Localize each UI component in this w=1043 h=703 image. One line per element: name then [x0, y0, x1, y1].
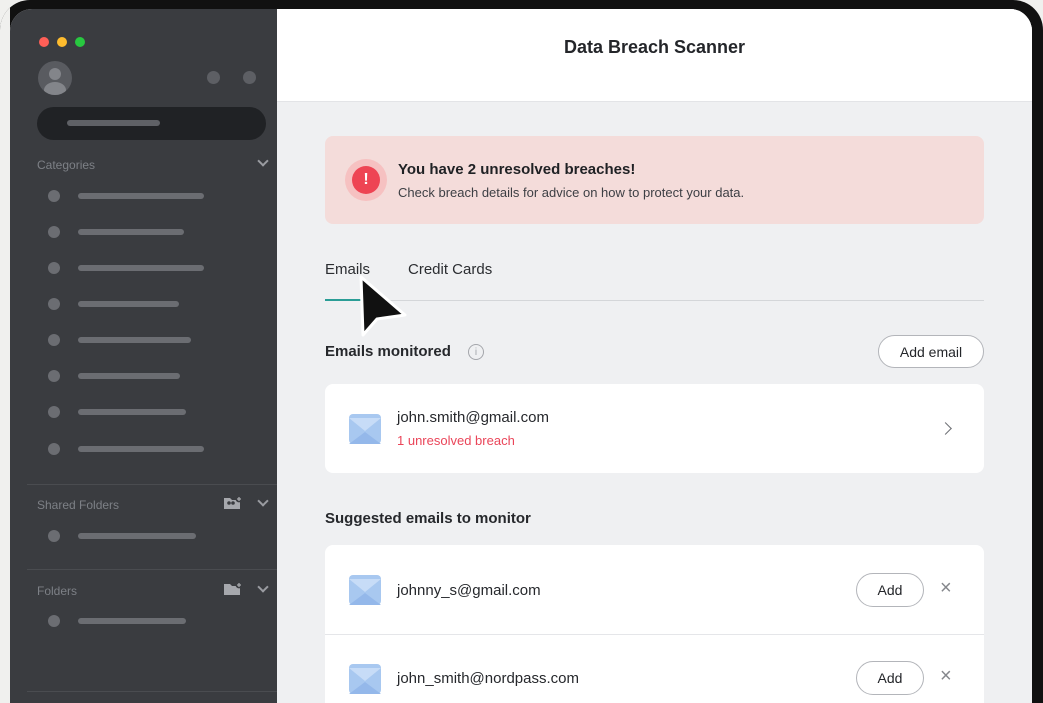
avatar-body [44, 82, 66, 95]
close-icon[interactable]: × [940, 577, 952, 600]
title-bar: Data Breach Scanner [277, 9, 1032, 102]
sidebar-action-dot[interactable] [243, 71, 256, 84]
sidebar: Categories Shared Folders Folders [10, 9, 277, 703]
chevron-right-icon[interactable] [939, 422, 952, 435]
chevron-down-icon[interactable] [257, 155, 269, 167]
avatar[interactable] [38, 61, 72, 95]
exclamation-icon: ! [352, 166, 380, 194]
maximize-window-button[interactable] [75, 37, 85, 47]
alert-text: Check breach details for advice on how t… [398, 185, 745, 200]
chevron-down-icon[interactable] [257, 581, 269, 593]
categories-label: Categories [37, 158, 96, 172]
add-email-button[interactable]: Add email [878, 335, 984, 368]
add-shared-folder-icon[interactable] [223, 496, 243, 510]
suggested-emails-list: johnny_s@gmail.com Add × john_smith@nord… [325, 545, 984, 703]
envelope-icon [349, 414, 381, 444]
mouse-pointer-icon [359, 275, 407, 337]
chevron-down-icon[interactable] [257, 495, 269, 507]
shared-folders-label: Shared Folders [37, 498, 120, 512]
window-controls [39, 37, 85, 47]
main-content: Data Breach Scanner ! You have 2 unresol… [277, 9, 1032, 703]
tab-credit-cards[interactable]: Credit Cards [408, 261, 492, 278]
app-window: Categories Shared Folders Folders Data B… [10, 9, 1032, 703]
suggested-email-address: john_smith@nordpass.com [397, 670, 579, 687]
close-icon[interactable]: × [940, 665, 952, 688]
page-title: Data Breach Scanner [563, 36, 746, 57]
folders-label: Folders [37, 584, 78, 598]
minimize-window-button[interactable] [57, 37, 67, 47]
suggested-email-address: johnny_s@gmail.com [397, 582, 541, 599]
alert-title: You have 2 unresolved breaches! [398, 161, 636, 178]
sidebar-divider [27, 569, 277, 570]
envelope-icon [349, 664, 381, 694]
monitored-email-address: john.smith@gmail.com [397, 409, 549, 426]
avatar-head [49, 68, 61, 80]
alert-icon: ! [345, 159, 387, 201]
info-icon[interactable]: i [468, 344, 484, 360]
row-divider [325, 634, 984, 635]
breach-status: 1 unresolved breach [397, 433, 515, 448]
suggested-emails-title: Suggested emails to monitor [325, 510, 531, 527]
tab-bar: Emails Credit Cards [325, 259, 984, 301]
monitored-email-card[interactable]: john.smith@gmail.com 1 unresolved breach [325, 384, 984, 473]
add-suggested-email-button[interactable]: Add [856, 573, 924, 607]
sidebar-action-dot[interactable] [207, 71, 220, 84]
search-placeholder-bar [67, 120, 160, 126]
breach-alert-banner: ! You have 2 unresolved breaches! Check … [325, 136, 984, 224]
add-suggested-email-button[interactable]: Add [856, 661, 924, 695]
sidebar-divider [27, 691, 277, 692]
emails-monitored-title: Emails monitored [325, 343, 451, 360]
envelope-icon [349, 575, 381, 605]
device-frame: Categories Shared Folders Folders Data B… [0, 0, 1043, 703]
add-folder-icon[interactable] [223, 582, 243, 596]
sidebar-divider [27, 484, 277, 485]
close-window-button[interactable] [39, 37, 49, 47]
search-bar-placeholder[interactable] [37, 107, 266, 140]
